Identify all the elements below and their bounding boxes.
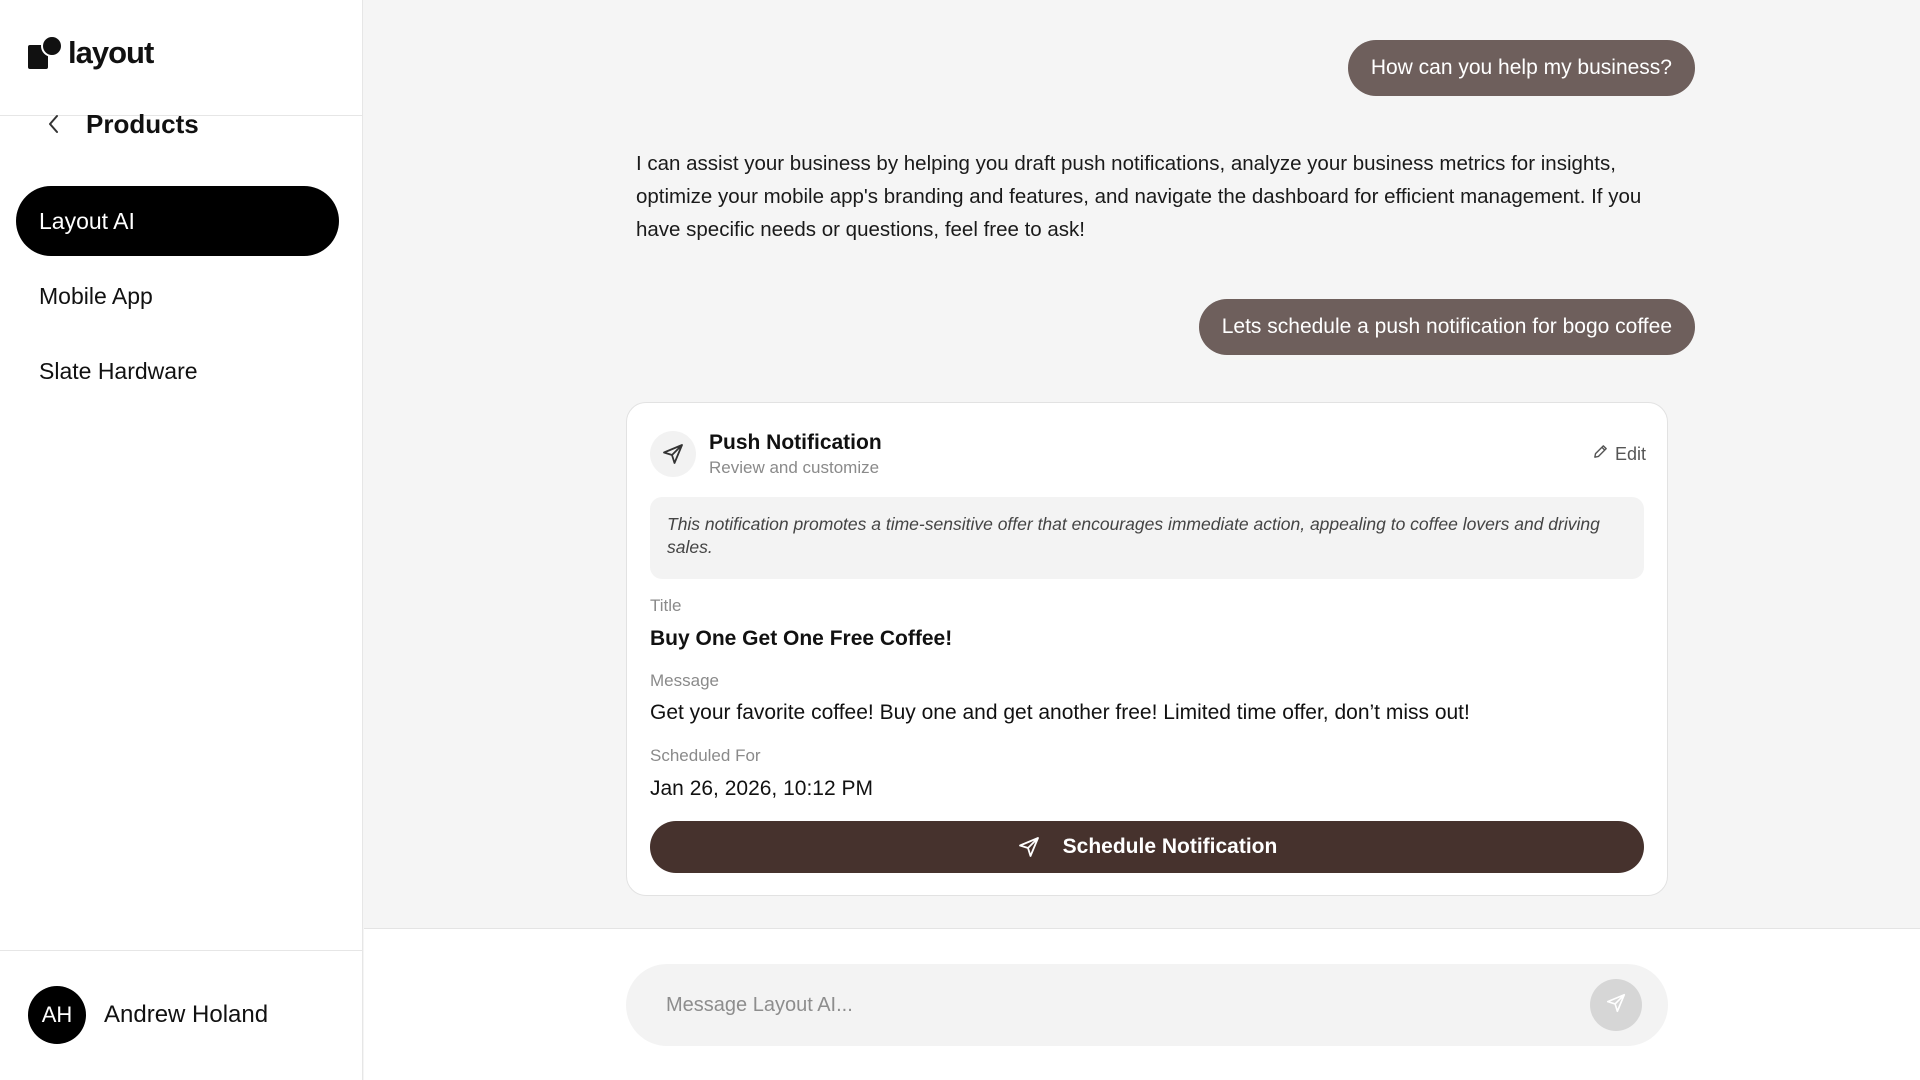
push-notification-card: Push Notification Review and customize E… (626, 402, 1668, 896)
sidebar-nav: Layout AI Mobile App Slate Hardware (16, 186, 339, 411)
send-icon (650, 431, 696, 477)
sidebar-item-label: Slate Hardware (39, 357, 198, 384)
user-message-bubble: How can you help my business? (1347, 40, 1695, 96)
chat-area: How can you help my business? I can assi… (364, 0, 1920, 1080)
message-composer (626, 964, 1668, 1046)
send-icon (1605, 992, 1627, 1019)
scheduled-value: Jan 26, 2026, 10:12 PM (650, 777, 873, 800)
user-profile[interactable]: AH Andrew Holand (28, 986, 268, 1044)
breadcrumb: Products (42, 106, 199, 142)
send-icon (1017, 835, 1041, 859)
logo-mark-icon (28, 35, 64, 71)
scheduled-label: Scheduled For (650, 746, 761, 765)
avatar: AH (28, 986, 86, 1044)
message-value: Get your favorite coffee! Buy one and ge… (650, 701, 1470, 724)
notification-summary: This notification promotes a time-sensit… (650, 497, 1644, 579)
sidebar-divider (0, 950, 363, 951)
sidebar-item-label: Mobile App (39, 282, 153, 309)
sidebar-item-layout-ai[interactable]: Layout AI (16, 186, 339, 256)
schedule-notification-button[interactable]: Schedule Notification (650, 821, 1644, 873)
message-input[interactable] (626, 964, 1586, 1046)
user-name: Andrew Holand (104, 1001, 269, 1028)
chevron-left-icon[interactable] (42, 112, 66, 136)
sidebar: layout Products Layout AI Mobile App Sla… (0, 0, 363, 1080)
section-title: Products (86, 108, 199, 139)
sidebar-item-label: Layout AI (39, 207, 135, 234)
message-label: Message (650, 671, 719, 690)
card-subtitle: Review and customize (709, 458, 880, 477)
edit-button[interactable]: Edit (1592, 443, 1646, 465)
logo-text: layout (68, 35, 154, 70)
assistant-message: I can assist your business by helping yo… (636, 152, 1642, 241)
title-value: Buy One Get One Free Coffee! (650, 627, 953, 650)
sidebar-item-mobile-app[interactable]: Mobile App (16, 261, 339, 331)
pencil-icon (1592, 443, 1609, 465)
card-title: Push Notification (709, 431, 882, 454)
sidebar-item-slate-hardware[interactable]: Slate Hardware (16, 336, 339, 406)
logo[interactable]: layout (28, 34, 154, 72)
user-message-bubble: Lets schedule a push notification for bo… (1198, 299, 1695, 355)
edit-label: Edit (1614, 443, 1646, 464)
send-button[interactable] (1590, 979, 1642, 1031)
schedule-button-label: Schedule Notification (1062, 835, 1278, 858)
title-label: Title (650, 596, 682, 615)
